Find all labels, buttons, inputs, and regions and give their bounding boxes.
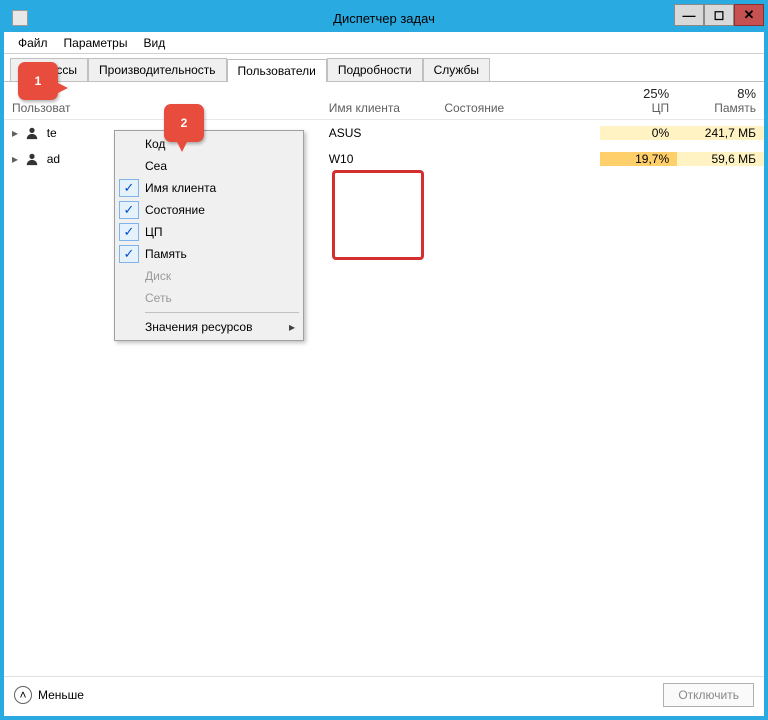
ctx-memory[interactable]: ✓Память [117,243,301,265]
col-state[interactable]: Состояние [436,82,600,119]
minimize-button[interactable]: — [674,4,704,26]
column-context-menu: Код Сеа ✓Имя клиента ✓Состояние ✓ЦП ✓Пам… [114,130,304,341]
check-icon: ✓ [119,201,139,219]
username: ad [47,152,60,166]
expand-icon[interactable]: ▸ [12,126,22,140]
callout-2: 2 [164,104,204,142]
cpu-cell: 19,7% [600,152,677,166]
client-cell: W10 [321,152,437,166]
ctx-client-name[interactable]: ✓Имя клиента [117,177,301,199]
fewer-details-button[interactable]: ˄ Меньше [14,686,84,704]
separator [145,312,299,313]
col-client[interactable]: Имя клиента [321,82,437,119]
tab-performance[interactable]: Производительность [88,58,226,81]
app-icon [12,10,28,26]
person-icon [25,152,39,166]
ctx-network: Сеть [117,287,301,309]
menu-options[interactable]: Параметры [56,34,136,52]
chevron-up-icon: ˄ [14,686,32,704]
tab-details[interactable]: Подробности [327,58,423,81]
annotation-highlight [332,170,424,260]
client-cell: ASUS [321,126,437,140]
titlebar: Диспетчер задач — ◻ ✕ [4,4,764,32]
menu-view[interactable]: Вид [135,34,173,52]
maximize-button[interactable]: ◻ [704,4,734,26]
close-button[interactable]: ✕ [734,4,764,26]
tabs: Процессы Производительность Пользователи… [4,54,764,82]
check-icon: ✓ [119,245,139,263]
expand-icon[interactable]: ▸ [12,152,22,166]
chevron-right-icon: ▸ [289,320,295,334]
ctx-code[interactable]: Код [117,133,301,155]
check-icon: ✓ [119,223,139,241]
ctx-resource-values[interactable]: Значения ресурсов▸ [117,316,301,338]
task-manager-window: Диспетчер задач — ◻ ✕ Файл Параметры Вид… [0,0,768,720]
check-icon: ✓ [119,179,139,197]
menu-file[interactable]: Файл [10,34,56,52]
ctx-session[interactable]: Сеа [117,155,301,177]
window-title: Диспетчер задач [4,11,764,26]
person-icon [25,126,39,140]
tab-users[interactable]: Пользователи [227,59,327,82]
callout-1: 1 [18,62,58,100]
disconnect-button[interactable]: Отключить [663,683,754,707]
col-memory[interactable]: 8% Память [677,82,764,119]
cpu-cell: 0% [600,126,677,140]
ctx-disk: Диск [117,265,301,287]
ctx-state[interactable]: ✓Состояние [117,199,301,221]
col-cpu[interactable]: 25% ЦП [600,82,677,119]
memory-cell: 59,6 МБ [677,152,764,166]
window-controls: — ◻ ✕ [674,4,764,26]
footer: ˄ Меньше Отключить [4,676,764,712]
content-area: Пользоват Имя клиента Состояние 25% ЦП 8… [4,82,764,677]
column-headers: Пользоват Имя клиента Состояние 25% ЦП 8… [4,82,764,120]
ctx-cpu[interactable]: ✓ЦП [117,221,301,243]
username: te [47,126,57,140]
memory-cell: 241,7 МБ [677,126,764,140]
tab-services[interactable]: Службы [423,58,490,81]
menubar: Файл Параметры Вид [4,32,764,54]
